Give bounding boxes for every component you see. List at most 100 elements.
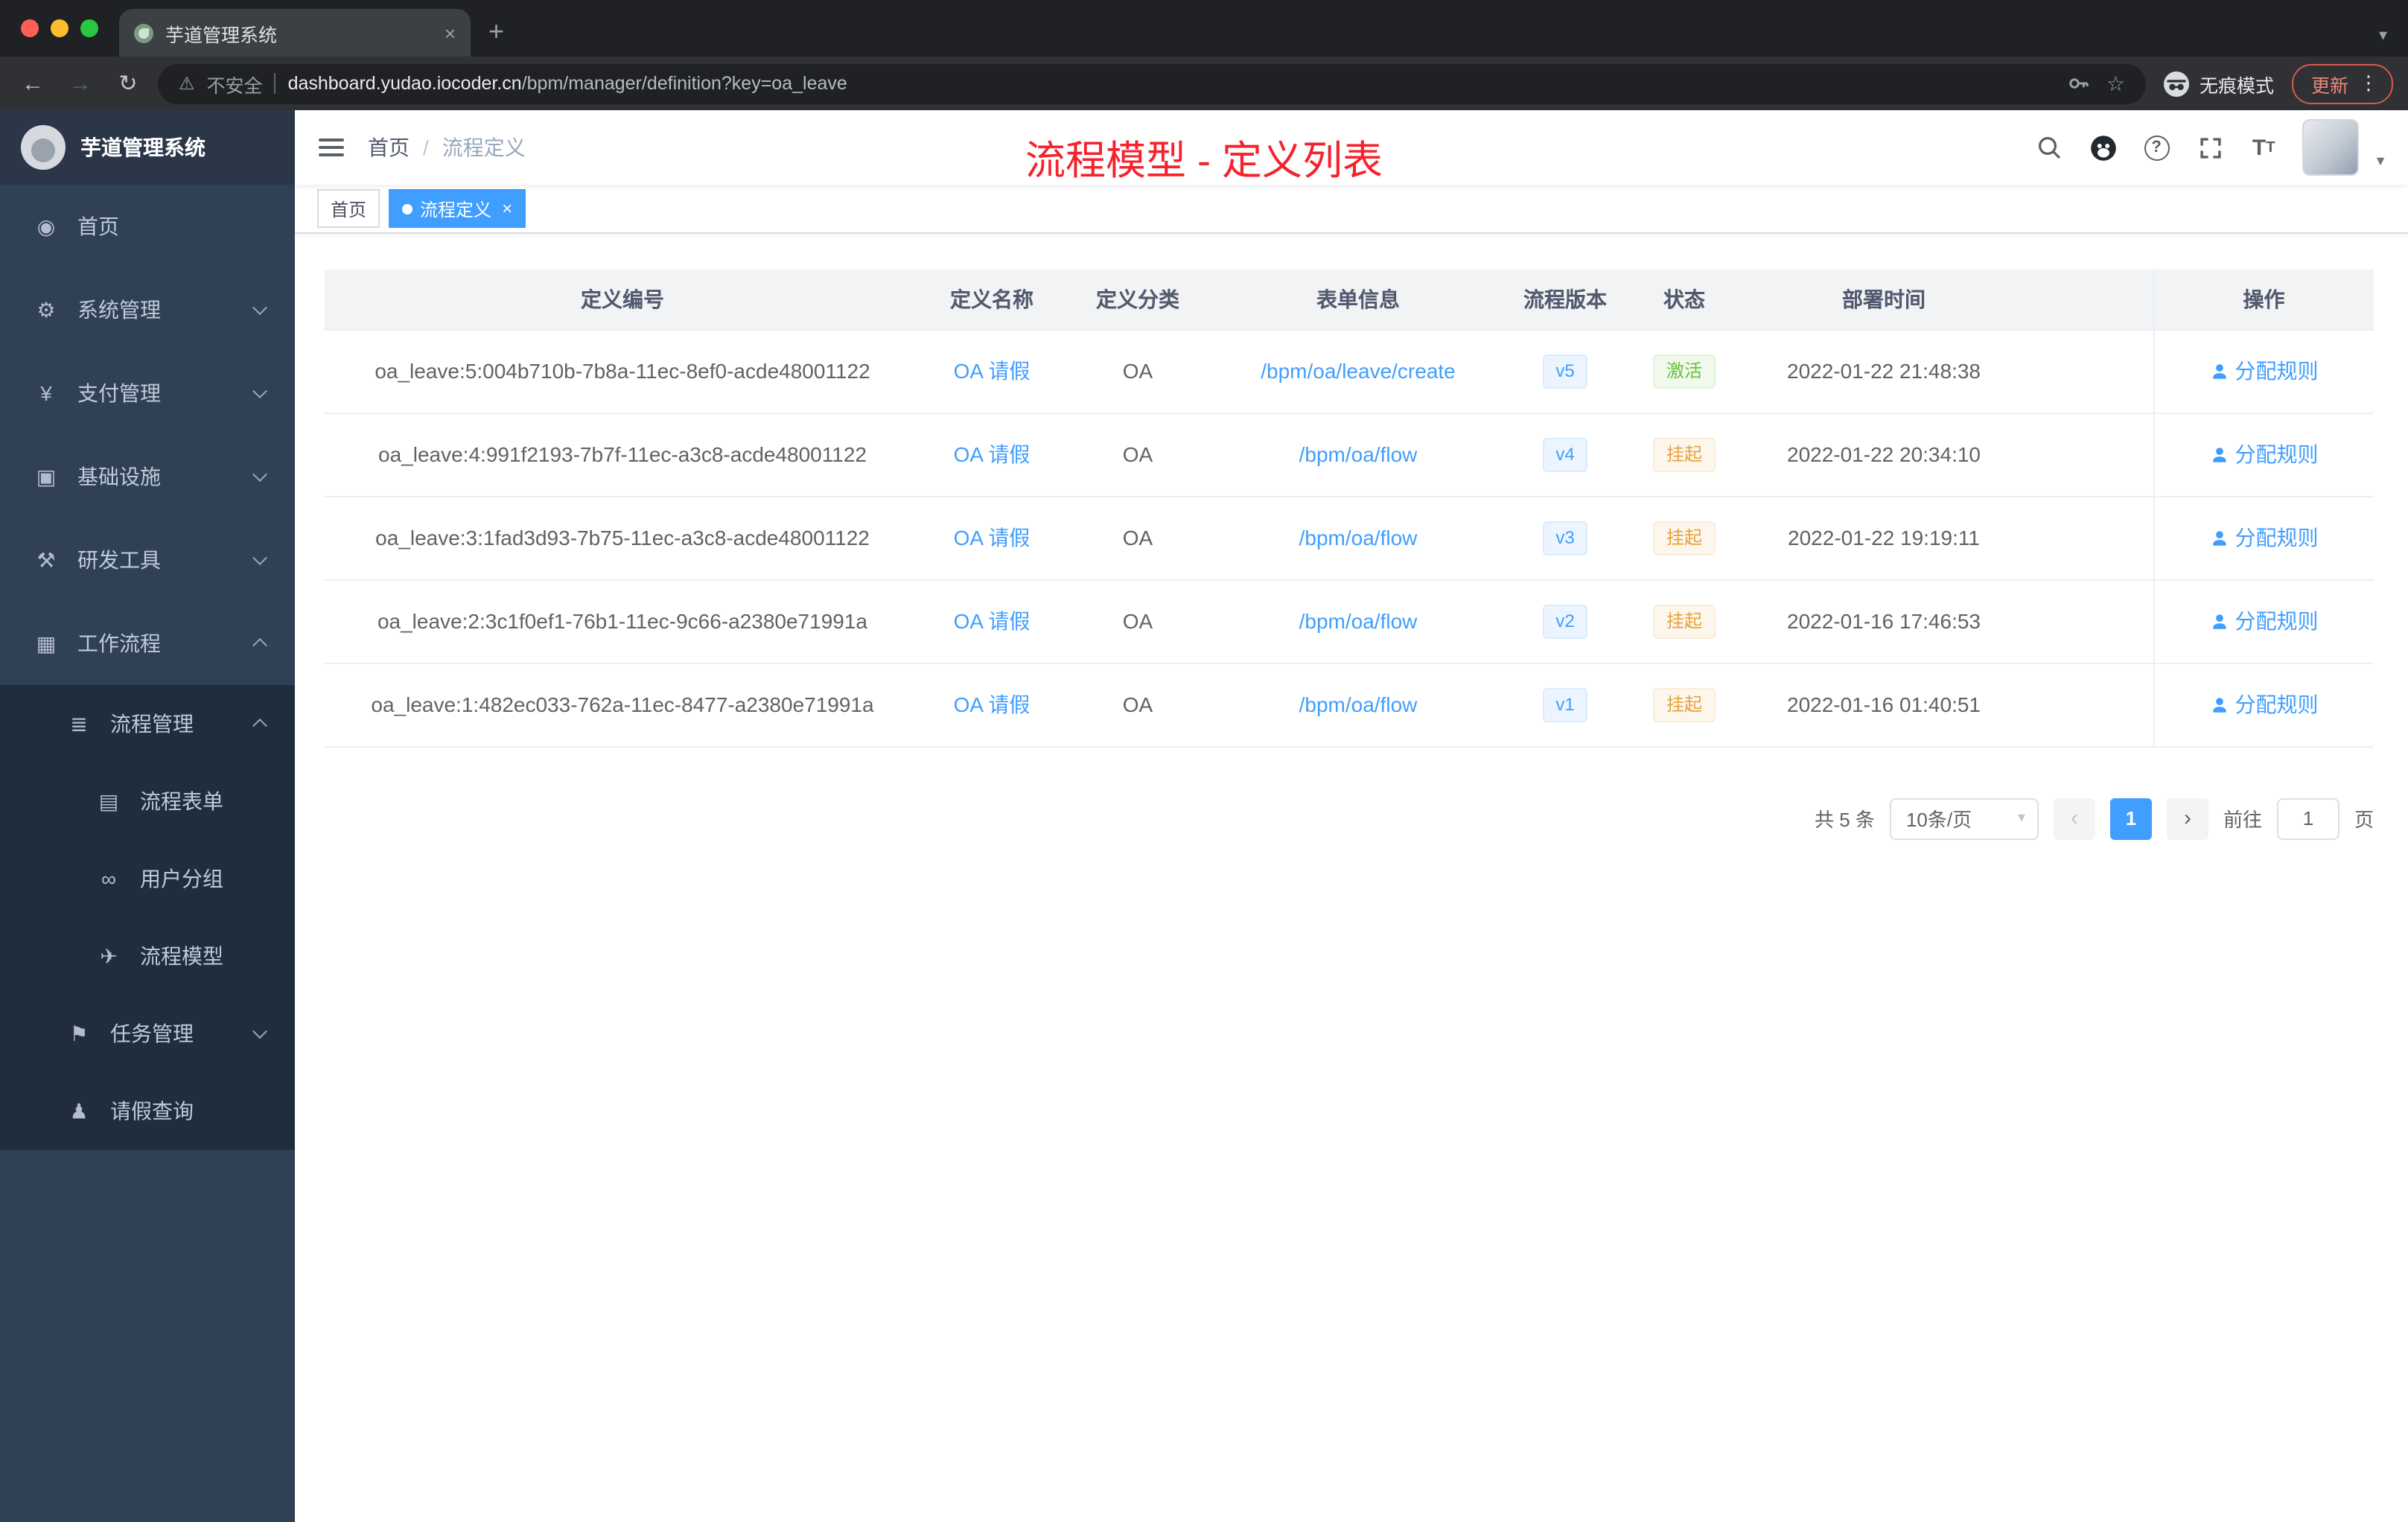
sidebar-item-process-mgmt[interactable]: ≣ 流程管理	[0, 685, 295, 762]
reload-button[interactable]	[110, 70, 146, 97]
sidebar-item-leave-query[interactable]: ♟ 请假查询	[0, 1072, 295, 1150]
url-host: dashboard.yudao.iocoder.cn	[287, 73, 522, 94]
definition-name-link[interactable]: OA 请假	[954, 609, 1031, 633]
browser-menu-kebab-icon[interactable]	[2359, 71, 2378, 95]
column-header-status: 状态	[1626, 270, 1742, 330]
logo-avatar	[21, 125, 66, 170]
bookmark-star-icon[interactable]	[2106, 71, 2125, 96]
column-header-form: 表单信息	[1212, 270, 1504, 330]
tab-search-chevron-icon[interactable]	[2379, 25, 2408, 45]
chrome-update-button[interactable]: 更新	[2291, 63, 2393, 104]
url-text[interactable]: dashboard.yudao.iocoder.cn/bpm/manager/d…	[288, 73, 847, 94]
forward-button[interactable]	[63, 71, 98, 96]
incognito-badge: 无痕模式	[2158, 69, 2280, 98]
next-page-button[interactable]	[2166, 797, 2208, 839]
form-link[interactable]: /bpm/oa/flow	[1299, 442, 1418, 466]
assign-rule-link[interactable]: 分配规则	[2210, 523, 2319, 553]
chevron-down-icon	[252, 467, 267, 483]
table-row: oa_leave:5:004b710b-7b8a-11ec-8ef0-acde4…	[325, 329, 2374, 413]
tab-close-icon[interactable]	[445, 22, 456, 44]
help-question-icon[interactable]	[2141, 133, 2171, 162]
avatar-caret-down-icon[interactable]	[2374, 153, 2387, 168]
user-icon	[2212, 363, 2226, 378]
navbar-right-menu	[2034, 119, 2408, 176]
new-tab-button[interactable]	[488, 16, 504, 48]
assign-rule-label: 分配规则	[2235, 359, 2319, 383]
search-icon[interactable]	[2034, 133, 2064, 162]
assign-rule-link[interactable]: 分配规则	[2210, 356, 2319, 386]
form-link[interactable]: /bpm/oa/flow	[1299, 692, 1418, 716]
sidebar-item-user-group[interactable]: ∞ 用户分组	[0, 840, 295, 917]
page-unit-label: 页	[2354, 809, 2374, 831]
prev-page-button[interactable]	[2053, 797, 2095, 839]
sidebar-item-label: 首页	[77, 214, 119, 238]
gear-icon: ⚙	[36, 297, 56, 321]
sidebar-item-label: 流程管理	[110, 712, 194, 736]
sidebar-item-dev-tools[interactable]: ⚒ 研发工具	[0, 518, 295, 602]
sidebar-logo[interactable]: 芋道管理系统	[0, 110, 295, 185]
sidebar-item-workflow[interactable]: ▦ 工作流程	[0, 602, 295, 685]
tag-home[interactable]: 首页	[317, 189, 380, 228]
sidebar-item-process-model[interactable]: ✈ 流程模型	[0, 917, 295, 995]
back-button[interactable]	[15, 71, 51, 96]
sidebar-item-infrastructure[interactable]: ▣ 基础设施	[0, 435, 295, 518]
fullscreen-icon[interactable]	[2195, 133, 2225, 162]
sidebar-item-label: 基础设施	[77, 465, 161, 488]
cell-deploy-time: 2022-01-16 17:46:53	[1742, 579, 2025, 663]
version-tag: v2	[1542, 604, 1588, 638]
cell-category: OA	[1063, 579, 1212, 663]
sidebar-collapse-icon[interactable]	[295, 134, 368, 161]
browser-tab-strip: 芋道管理系统	[0, 0, 2408, 57]
assign-rule-link[interactable]: 分配规则	[2210, 439, 2319, 469]
column-header-version: 流程版本	[1504, 270, 1626, 330]
security-label[interactable]: 不安全	[207, 69, 263, 98]
sidebar-item-process-form[interactable]: ▤ 流程表单	[0, 762, 295, 840]
sidebar-item-label: 研发工具	[77, 548, 161, 572]
url-path: /bpm/manager/definition?key=oa_leave	[521, 73, 847, 94]
page-number-button[interactable]: 1	[2109, 797, 2152, 839]
sidebar-item-system-mgmt[interactable]: ⚙ 系统管理	[0, 268, 295, 351]
minimize-window-button[interactable]	[51, 19, 69, 37]
tag-process-definition[interactable]: 流程定义	[389, 189, 526, 228]
status-badge: 激活	[1652, 354, 1716, 388]
assign-rule-link[interactable]: 分配规则	[2210, 690, 2319, 719]
definition-name-link[interactable]: OA 请假	[954, 442, 1031, 466]
flag-icon: ⚑	[69, 1021, 89, 1045]
address-bar[interactable]: 不安全 dashboard.yudao.iocoder.cn/bpm/manag…	[158, 63, 2146, 104]
user-icon	[2212, 447, 2226, 462]
zoom-window-button[interactable]	[80, 19, 98, 37]
password-key-icon[interactable]	[2065, 69, 2095, 98]
font-size-icon[interactable]	[2249, 133, 2278, 162]
sidebar-item-label: 请假查询	[110, 1099, 194, 1123]
definition-name-link[interactable]: OA 请假	[954, 526, 1031, 550]
cell-definition-id: oa_leave:5:004b710b-7b8a-11ec-8ef0-acde4…	[325, 329, 920, 413]
definition-name-link[interactable]: OA 请假	[954, 359, 1031, 383]
tag-close-icon[interactable]	[502, 198, 512, 219]
column-header-spacer	[2025, 270, 2153, 330]
page-size-value: 10条/页	[1905, 809, 1972, 831]
form-link[interactable]: /bpm/oa/flow	[1299, 526, 1418, 550]
breadcrumb-home[interactable]: 首页	[368, 133, 410, 162]
sidebar-item-home[interactable]: ◉ 首页	[0, 185, 295, 268]
github-icon[interactable]	[2088, 133, 2118, 162]
assign-rule-link[interactable]: 分配规则	[2210, 606, 2319, 636]
table-header-row: 定义编号 定义名称 定义分类 表单信息 流程版本 状态 部署时间 操作	[325, 270, 2374, 330]
column-header-id: 定义编号	[325, 270, 920, 330]
goto-page-input[interactable]	[2276, 797, 2339, 839]
browser-tab[interactable]: 芋道管理系统	[119, 9, 471, 57]
page-size-select[interactable]: 10条/页	[1889, 797, 2039, 839]
form-link[interactable]: /bpm/oa/flow	[1299, 609, 1418, 633]
version-tag: v1	[1542, 687, 1588, 722]
pagination-total: 共 5 条	[1815, 809, 1875, 831]
tag-label: 流程定义	[420, 199, 492, 220]
sidebar-item-task-mgmt[interactable]: ⚑ 任务管理	[0, 995, 295, 1072]
sidebar-item-label: 流程表单	[140, 789, 223, 813]
close-window-button[interactable]	[21, 19, 39, 37]
sidebar-item-payment-mgmt[interactable]: ¥ 支付管理	[0, 351, 295, 435]
user-avatar[interactable]	[2302, 119, 2360, 176]
form-link[interactable]: /bpm/oa/leave/create	[1261, 359, 1456, 383]
definition-name-link[interactable]: OA 请假	[954, 692, 1031, 716]
sidebar-item-label: 支付管理	[77, 381, 161, 405]
sidebar-item-label: 工作流程	[77, 631, 161, 655]
assign-rule-label: 分配规则	[2235, 442, 2319, 466]
